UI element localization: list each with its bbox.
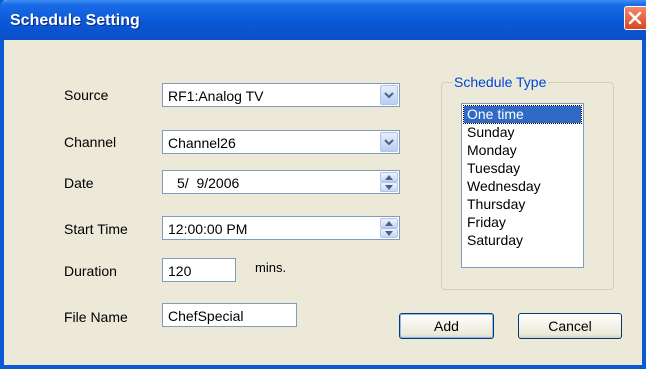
date-spin-up[interactable]	[380, 172, 398, 182]
list-item-one-time[interactable]: One time	[463, 105, 582, 124]
date-label: Date	[64, 175, 94, 191]
start-time-spin-up[interactable]	[380, 218, 398, 228]
date-spin-button[interactable]	[380, 172, 398, 192]
list-item-monday[interactable]: Monday	[464, 142, 581, 159]
window-title: Schedule Setting	[10, 12, 140, 29]
start-time-spin-button[interactable]	[380, 218, 398, 238]
schedule-type-list[interactable]: One time Sunday Monday Tuesday Wednesday…	[461, 103, 584, 268]
start-time-value[interactable]: 12:00:00 PM	[168, 221, 247, 237]
channel-dropdown-button[interactable]	[380, 132, 398, 152]
cancel-button[interactable]: Cancel	[518, 313, 622, 339]
duration-label: Duration	[64, 263, 117, 279]
source-value: RF1:Analog TV	[168, 88, 264, 104]
duration-input[interactable]: 120	[162, 258, 236, 282]
file-name-value: ChefSpecial	[168, 308, 244, 324]
start-time-label: Start Time	[64, 221, 128, 237]
list-item-tuesday[interactable]: Tuesday	[464, 160, 581, 177]
add-button[interactable]: Add	[399, 313, 494, 339]
source-label: Source	[64, 87, 109, 103]
close-button[interactable]	[624, 6, 646, 30]
source-dropdown[interactable]: RF1:Analog TV	[162, 83, 400, 107]
start-time-picker[interactable]: 12:00:00 PM	[162, 216, 400, 240]
date-value[interactable]: 5/ 9/2006	[177, 175, 239, 191]
date-spin-down[interactable]	[380, 182, 398, 192]
list-item-saturday[interactable]: Saturday	[464, 232, 581, 249]
channel-value: Channel26	[168, 135, 236, 151]
date-picker[interactable]: 5/ 9/2006	[162, 170, 400, 194]
file-name-input[interactable]: ChefSpecial	[162, 303, 297, 327]
source-dropdown-button[interactable]	[380, 85, 398, 105]
channel-dropdown[interactable]: Channel26	[162, 130, 400, 154]
list-item-thursday[interactable]: Thursday	[464, 196, 581, 213]
duration-unit: mins.	[255, 260, 287, 275]
channel-label: Channel	[64, 134, 117, 150]
list-item-sunday[interactable]: Sunday	[464, 124, 581, 141]
start-time-spin-down[interactable]	[380, 228, 398, 238]
schedule-type-label: Schedule Type	[452, 74, 549, 90]
file-name-label: File Name	[64, 309, 128, 325]
title-bar[interactable]: Schedule Setting	[0, 0, 646, 40]
list-item-wednesday[interactable]: Wednesday	[464, 178, 581, 195]
list-item-friday[interactable]: Friday	[464, 214, 581, 231]
duration-value: 120	[168, 263, 192, 279]
